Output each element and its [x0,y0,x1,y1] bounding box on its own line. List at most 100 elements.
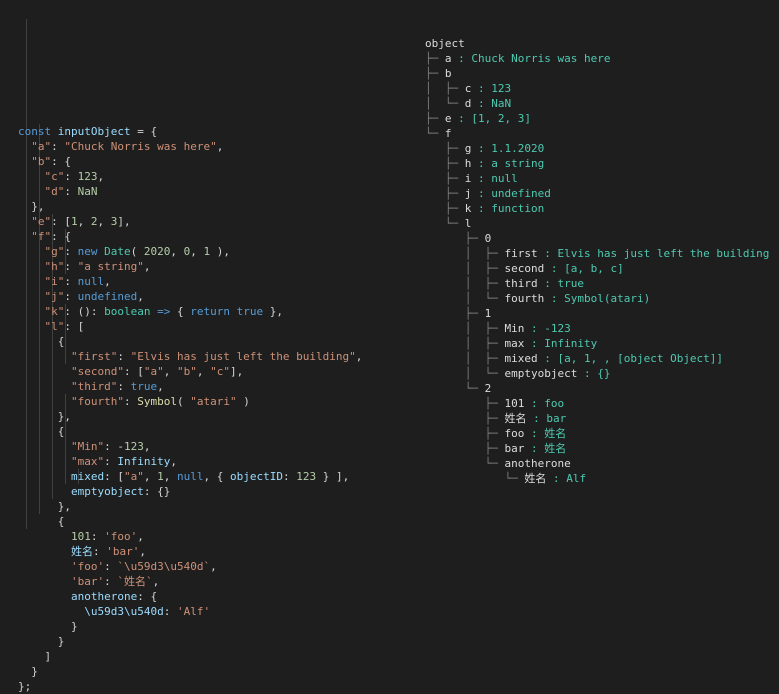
code-token: , [97,215,111,228]
code-token: : [ [64,320,85,333]
code-line: "e": [1, 2, 3], [18,214,378,229]
tree-guide: ├─ [425,412,505,425]
tree-node: │ └─ fourth : Symbol(atari) [425,291,775,306]
code-token: , [152,575,160,588]
tree-guide: ├─ [425,427,505,440]
code-line: anotherone: { [18,589,378,604]
code-token: }; [18,680,32,693]
code-token: : [64,275,78,288]
tree-node: │ ├─ second : [a, b, c] [425,261,775,276]
tree-separator: : [471,97,492,110]
code-token: : {} [143,485,171,498]
tree-key: anotherone [504,457,571,470]
code-line: "j": undefined, [18,289,378,304]
tree-guide: └─ [425,382,485,395]
code-token: true [236,305,264,318]
tree-node: object [425,36,775,51]
tree-node: │ └─ emptyobject : {} [425,366,775,381]
code-token: return [190,305,230,318]
code-token: `\u59d3\u540d` [117,560,211,573]
tree-guide: ├─ [425,52,445,65]
tree-node: │ ├─ first : Elvis has just left the bui… [425,246,775,261]
code-token: , [139,545,146,558]
code-line: ] [18,649,378,664]
tree-separator: : [471,157,492,170]
code-token: "Min" [70,440,105,453]
code-line: "third": true, [18,379,378,394]
code-token: "c" [44,170,65,183]
code-token: , [143,440,151,453]
code-token: : [64,245,78,258]
code-token: , [163,365,177,378]
tree-separator: : [451,52,472,65]
tree-guide: ├─ [425,442,505,455]
code-token: 2 [90,215,98,228]
tree-guide: ├─ [425,67,445,80]
tree-node: └─ 姓名 : Alf [425,471,775,486]
code-line: "fourth": Symbol( "atari" ) [18,394,378,409]
code-token: "d" [44,185,65,198]
tree-key: 0 [484,232,492,245]
tree-key: second [504,262,545,275]
tree-node: ├─ e : [1, 2, 3] [425,111,775,126]
code-line: } [18,664,378,679]
code-token: "Elvis has just left the building" [130,350,356,363]
code-token: : [64,185,78,198]
tree-node: ├─ h : a string [425,156,775,171]
tree-guide: │ ├─ [425,82,465,95]
tree-guide: │ ├─ [425,277,505,290]
code-token: 'bar' [106,545,140,558]
tree-node: ├─ a : Chuck Norris was here [425,51,775,66]
tree-key: l [464,217,472,230]
code-token: \u59d3\u540d [84,605,164,618]
code-token: ) [236,395,250,408]
code-token: "j" [44,290,65,303]
tree-separator: : [524,442,545,455]
tree-key: 1 [484,307,492,320]
code-token: : - [104,440,124,453]
code-token: ], [117,215,131,228]
tree-node: ├─ foo : 姓名 [425,426,775,441]
code-token: }, [18,200,45,213]
code-token: ], [229,365,244,378]
code-token: = { [130,125,158,138]
tree-node: ├─ 姓名 : bar [425,411,775,426]
tree-node: └─ l [425,216,775,231]
tree-node: └─ 2 [425,381,775,396]
code-token: 'foo' [104,530,138,543]
code-token: "h" [44,260,65,273]
code-line: }, [18,199,378,214]
tree-key: b [444,67,452,80]
code-editor: const inputObject = { "a": "Chuck Norris… [18,4,378,694]
code-token: "e" [31,215,52,228]
code-line: "first": "Elvis has just left the buildi… [18,349,378,364]
tree-value: true [557,277,584,290]
code-token: "f" [31,230,52,243]
code-token: : [51,140,65,153]
code-token: }, [18,500,71,513]
code-line: 'foo': `\u59d3\u540d`, [18,559,378,574]
code-token: : [123,395,138,408]
code-token: `姓名` [117,575,153,588]
code-token: 'bar' [70,575,105,588]
tree-separator: : [471,172,492,185]
tree-value: undefined [491,187,551,200]
code-token: , [143,470,158,483]
code-line: "g": new Date( 2020, 0, 1 ), [18,244,378,259]
code-token: , [163,470,177,483]
tree-guide: └─ [425,217,465,230]
code-token: "second" [70,365,124,378]
tree-value: {} [597,367,611,380]
